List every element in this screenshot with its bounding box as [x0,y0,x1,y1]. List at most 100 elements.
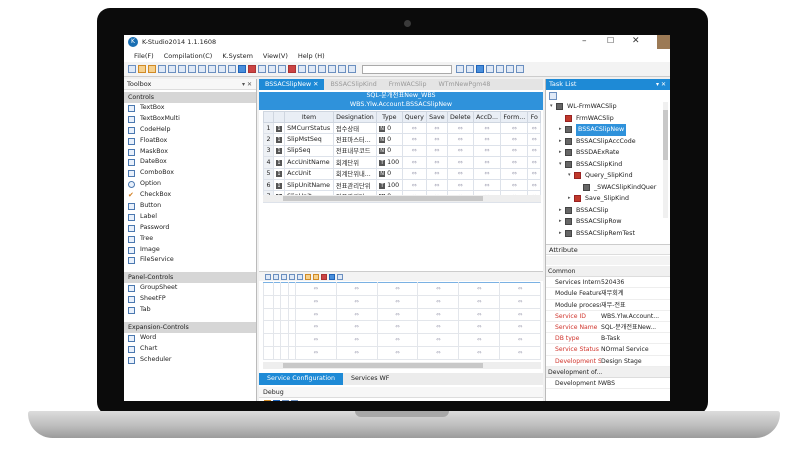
attribute-category[interactable]: Common [546,266,670,278]
toolbox-item-fileservice[interactable]: FileService [124,255,256,266]
map-arrow-icon[interactable]: ⇔ [499,294,541,309]
toolbox-group-expansion-controls[interactable]: Expansion-Controls [124,322,256,334]
map-arrow-icon[interactable]: ⇔ [294,320,337,335]
step-icon[interactable] [258,65,266,73]
col-item[interactable]: Item [284,111,334,123]
cell-designation[interactable]: 접수상태 [332,121,378,135]
debug-step-icon[interactable] [273,400,280,401]
map-arrow-icon[interactable]: ⇔ [417,320,460,335]
map-arrow-icon[interactable]: ⇔ [417,282,460,296]
attribute-row[interactable]: Development St...Design Stage [546,356,670,367]
cell-item[interactable]: AccUnit [284,167,334,180]
debug-run-icon[interactable] [264,400,271,401]
map-arrow-icon[interactable]: ⇔ [376,307,419,322]
cell-item[interactable]: SlipUnitName [284,178,334,192]
align-right-icon[interactable] [496,65,504,73]
tab-services-wf[interactable]: Services WF [343,373,397,385]
tab-bssacslipkind[interactable]: BSSACSlipKind [324,79,382,90]
tab-frmwacslip[interactable]: FrmWACSlip [383,79,433,90]
toolbox-item-codehelp[interactable]: CodeHelp [124,125,256,136]
map-arrow-icon[interactable]: ⇔ [499,346,541,360]
map-arrow-icon[interactable]: ⇔ [335,282,378,296]
map-arrow-icon[interactable]: ⇔ [294,294,337,309]
tree-item[interactable]: ▸ BSSACSlipRemTest [546,228,670,240]
grid-delete-icon[interactable] [281,273,287,280]
mapping-scrollbar[interactable] [263,362,541,369]
tree-item[interactable]: FrmWACSlip [546,113,670,125]
align-left-icon[interactable] [486,65,494,73]
toolbox-item-label[interactable]: Label [124,212,256,223]
grid-insert-icon[interactable] [273,273,279,280]
tree-item[interactable]: ▸ BSSACSlipNew [546,124,670,136]
find-icon[interactable] [456,65,464,73]
open-folder-icon[interactable] [148,65,156,73]
maximize-icon[interactable]: ☐ [607,36,614,45]
toolbox-item-button[interactable]: Button [124,201,256,212]
map-arrow-icon[interactable]: ⇔ [294,346,337,360]
delete-arrow-icon[interactable]: ⇔ [446,121,474,135]
accd-arrow-icon[interactable]: ⇔ [472,133,502,146]
align-top-icon[interactable] [506,65,514,73]
toolbox-item-checkbox[interactable]: ✔ CheckBox [124,190,256,201]
col-accd[interactable]: AccD... [472,111,502,123]
map-arrow-icon[interactable]: ⇔ [499,307,541,322]
toolbox-item-scheduler[interactable]: Scheduler [124,355,256,366]
accd-arrow-icon[interactable]: ⇔ [472,178,502,192]
map-arrow-icon[interactable]: ⇔ [417,346,460,360]
cell-item[interactable]: AccUnitName [284,156,334,169]
replace-icon[interactable] [466,65,474,73]
toolbox-item-floatbox[interactable]: FloatBox [124,136,256,147]
accd-arrow-icon[interactable]: ⇔ [472,167,502,180]
col-fo[interactable]: Fo [527,111,541,123]
minimize-icon[interactable]: – [582,36,587,46]
query-arrow-icon[interactable]: ⇔ [401,133,428,146]
pin-icon[interactable]: ▾ ✕ [656,79,666,90]
cell-designation[interactable]: 회계단위 [332,156,378,169]
col-delete[interactable]: Delete [446,111,474,123]
map-arrow-icon[interactable]: ⇔ [458,333,501,348]
col-form[interactable]: Form... [500,111,529,123]
map-arrow-icon[interactable]: ⇔ [499,320,541,335]
menu-help[interactable]: Help (H) [298,52,325,60]
cell-type[interactable]: T 100 [376,178,403,192]
tree-item[interactable]: ▸ BSSACSlipRow [546,216,670,228]
grid-paste-icon[interactable] [297,273,303,280]
grid-remove-icon[interactable] [321,273,327,280]
tab-wtmnewpgm48[interactable]: WTmNewPgm48 [432,79,496,90]
map-arrow-icon[interactable]: ⇔ [376,282,419,296]
form-arrow-icon[interactable]: ⇔ [500,144,529,158]
toolbox-item-image[interactable]: Image [124,245,256,256]
form-arrow-icon[interactable]: ⇔ [500,167,529,180]
save-all-icon[interactable] [168,65,176,73]
form-arrow-icon[interactable]: ⇔ [500,133,529,146]
save-icon[interactable] [158,65,166,73]
debug-list-icon[interactable] [291,400,298,401]
toolbox-item-option[interactable]: Option [124,179,256,190]
tools-icon[interactable] [338,65,346,73]
delete-arrow-icon[interactable]: ⇔ [446,167,474,180]
save-arrow-icon[interactable]: ⇔ [426,178,448,192]
grid-link-icon[interactable] [313,273,319,280]
table-row[interactable]: 6 1 SlipUnitName 전표관리단위 T 100 ⇔ ⇔ ⇔ ⇔ ⇔ ⇔ [263,178,541,192]
attribute-value[interactable]: B-Task [601,333,670,343]
toolbox-item-combobox[interactable]: ComboBox [124,168,256,179]
cell-designation[interactable]: 전표관리단위 [332,178,378,192]
grid-add-icon[interactable] [265,273,271,280]
tree-item[interactable]: ▾ Query_SlipKind [546,170,670,182]
task-list-view-icon[interactable] [549,92,557,100]
attribute-value[interactable]: 재무-전표 [601,300,670,310]
tab-service-configuration[interactable]: Service Configuration [259,373,343,385]
attribute-row[interactable]: Service Name SQL-분개전표New... [546,322,670,334]
tree-item[interactable]: ▸ BSSACSlip [546,205,670,217]
save-arrow-icon[interactable]: ⇔ [426,133,448,146]
map-arrow-icon[interactable]: ⇔ [335,307,378,322]
toolbox-item-maskbox[interactable]: MaskBox [124,147,256,158]
align-bottom-icon[interactable] [516,65,524,73]
window-icon[interactable] [298,65,306,73]
map-arrow-icon[interactable]: ⇔ [376,294,419,309]
cell-designation[interactable]: 회계단위내... [332,167,378,180]
paste-icon[interactable] [198,65,206,73]
save-arrow-icon[interactable]: ⇔ [426,121,448,135]
save-arrow-icon[interactable]: ⇔ [426,144,448,158]
attribute-row[interactable]: Module processes재무-전표 [546,300,670,311]
